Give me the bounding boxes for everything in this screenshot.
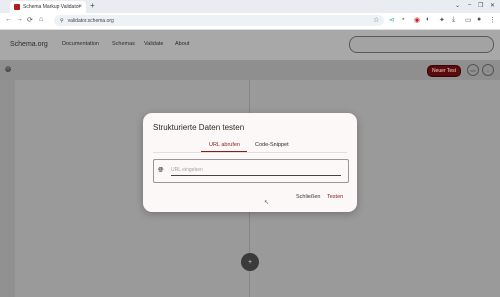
site-search-input[interactable] [349,36,494,53]
reload-button[interactable]: ⟳ [27,16,33,24]
nav-documentation[interactable]: Documentation [62,41,99,47]
tab-title: Schema Markup Validator [23,4,81,10]
dialog-title: Strukturierte Daten testen [153,123,245,132]
extensions-puzzle-icon[interactable]: ✦ [439,16,445,24]
browser-tab-bar: Schema Markup Validator × + ⌄ – ❐ ✕ [0,0,500,13]
tab-code-snippet[interactable]: Code-Snippet [255,142,289,148]
home-button[interactable]: ⌂ [39,16,43,23]
opera-icon[interactable]: ◉ [414,16,420,24]
globe-icon: 🌐︎ [158,167,164,174]
forward-button[interactable]: → [16,16,23,23]
bookmark-star-icon[interactable]: ☆ [373,16,379,24]
extension-icon[interactable]: ▪ [402,16,404,23]
favicon-icon [14,4,20,10]
nav-validate[interactable]: Validate [144,41,163,47]
sidepanel-icon[interactable]: ▭ [465,16,472,24]
validator-toolbar [0,60,500,80]
tab-divider [153,152,347,153]
url-text: validator.schema.org [67,17,114,24]
close-button[interactable]: Schließen [296,194,320,200]
left-panel [0,80,15,297]
nav-schemas[interactable]: Schemas [112,41,135,47]
maximize-button[interactable]: ❐ [478,2,483,9]
address-row: ← → ⟳ ⌂ ⚲ validator.schema.org ☆ ⋖ ▪ ◉ ◐… [0,13,500,30]
test-dialog: Strukturierte Daten testen URL abrufen C… [143,113,357,212]
new-test-button[interactable]: Neuer Test [427,65,461,77]
active-tab-indicator [201,151,247,152]
nav-about[interactable]: About [175,41,189,47]
url-field-container: 🌐︎ [153,159,349,183]
minimize-button[interactable]: – [468,2,471,8]
share-icon[interactable]: ⋖ [389,16,395,24]
profile-icon[interactable]: ● [477,16,481,23]
tab-url-fetch[interactable]: URL abrufen [209,142,240,148]
address-bar[interactable]: ⚲ validator.schema.org [54,15,384,26]
url-input[interactable] [171,165,341,176]
test-button[interactable]: Testen [327,194,343,200]
menu-icon[interactable]: ⋮ [489,16,496,24]
floating-add-button[interactable]: + [241,253,259,271]
code-view-button[interactable]: </> [467,64,479,76]
tab-search-icon[interactable]: ⌄ [455,2,460,9]
back-button[interactable]: ← [5,16,12,23]
new-tab-button[interactable]: + [90,1,95,10]
download-icon[interactable]: ⤓ [452,16,455,24]
site-logo[interactable]: Schema.org [10,41,48,48]
colorpicker-icon[interactable]: ◐ [426,16,430,23]
tab-close-icon[interactable]: × [78,4,82,10]
settings-circle-button[interactable]: ◌ [482,64,494,76]
close-window-button[interactable]: ✕ [490,2,495,9]
site-info-icon[interactable]: ⚲ [60,18,64,24]
mouse-cursor-icon: ↖ [264,200,270,206]
globe-icon[interactable]: 🌐︎ [5,65,11,75]
browser-tab[interactable]: Schema Markup Validator × [10,1,86,13]
